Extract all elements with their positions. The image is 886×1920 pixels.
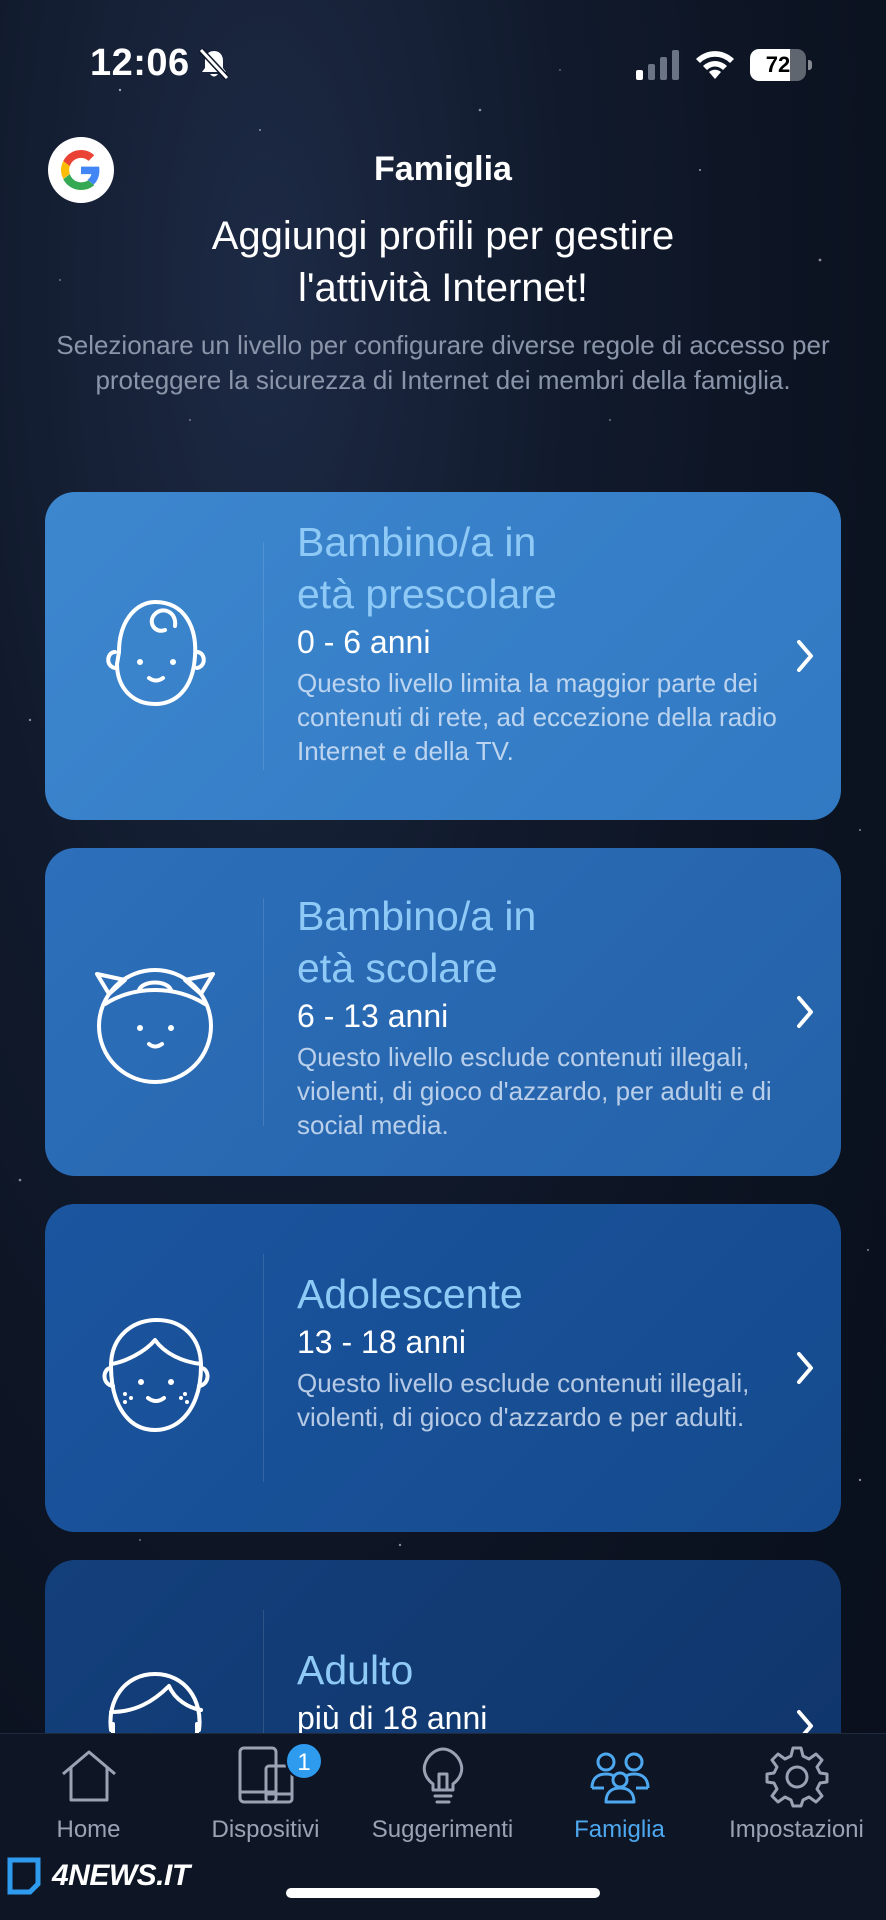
profile-card-school[interactable]: Bambino/a in età scolare 6 - 13 anni Que… xyxy=(45,848,841,1176)
profile-title-line-2: età prescolare xyxy=(297,571,557,617)
house-icon xyxy=(61,1750,116,1802)
gear-icon xyxy=(765,1746,828,1808)
page-title: Famiglia xyxy=(374,150,512,188)
profile-card-preschool[interactable]: Bambino/a in età prescolare 0 - 6 anni Q… xyxy=(45,492,841,820)
watermark: 4NEWS.IT xyxy=(6,1856,190,1896)
family-icon xyxy=(590,1752,649,1804)
card-divider xyxy=(263,542,264,770)
profile-age-range: 0 - 6 anni xyxy=(297,624,431,660)
headline: Aggiungi profili per gestire l'attività … xyxy=(100,210,786,314)
lightbulb-icon xyxy=(422,1747,463,1804)
tab-label: Home xyxy=(56,1816,121,1843)
teen-face-icon xyxy=(102,1318,210,1432)
card-content: Adolescente 13 - 18 anni Questo livello … xyxy=(297,1268,777,1434)
wifi-icon xyxy=(696,51,734,79)
home-indicator[interactable] xyxy=(286,1888,600,1898)
card-content: Bambino/a in età prescolare 0 - 6 anni Q… xyxy=(297,516,777,768)
subtext: Selezionare un livello per configurare d… xyxy=(56,330,830,395)
chevron-right-icon xyxy=(797,640,813,672)
tab-family[interactable]: Famiglia xyxy=(531,1734,708,1854)
tab-label: Dispositivi xyxy=(211,1816,320,1843)
card-content: Bambino/a in età scolare 6 - 13 anni Que… xyxy=(297,890,777,1142)
status-time: 12:06 xyxy=(90,42,190,84)
profile-age-range: più di 18 anni xyxy=(297,1700,488,1736)
baby-face-icon xyxy=(106,599,206,707)
tab-home[interactable]: Home xyxy=(0,1734,177,1854)
signal-icon xyxy=(636,50,679,80)
profile-description: Questo livello limita la maggior parte d… xyxy=(297,668,777,766)
battery-icon: 72 xyxy=(750,49,812,81)
watermark-text: 4NEWS.IT xyxy=(52,1859,190,1892)
card-divider xyxy=(263,898,264,1126)
devices-badge: 1 xyxy=(285,1742,323,1780)
battery-percent: 72 xyxy=(765,52,791,77)
status-bar: 12:06 72 xyxy=(0,0,886,120)
headline-line-1: Aggiungi profili per gestire xyxy=(211,214,675,258)
chevron-right-icon xyxy=(797,1352,813,1384)
profile-age-range: 13 - 18 anni xyxy=(297,1324,467,1360)
tab-label: Suggerimenti xyxy=(371,1816,514,1843)
profile-card-teen[interactable]: Adolescente 13 - 18 anni Questo livello … xyxy=(45,1204,841,1532)
headline-line-2: l'attività Internet! xyxy=(298,266,588,310)
girl-face-icon xyxy=(95,968,215,1084)
tab-settings[interactable]: Impostazioni xyxy=(708,1734,885,1854)
profile-title-line-2: età scolare xyxy=(297,945,498,991)
profile-title: Adolescente xyxy=(297,1268,777,1320)
chevron-right-icon xyxy=(797,996,813,1028)
bell-slash-icon xyxy=(198,47,230,81)
4news-logo-icon xyxy=(7,1857,41,1895)
profile-title: Adulto xyxy=(297,1644,777,1696)
card-content: Adulto più di 18 anni xyxy=(297,1644,777,1738)
tab-tips[interactable]: Suggerimenti xyxy=(354,1734,531,1854)
profile-description: Questo livello esclude contenuti illegal… xyxy=(297,1368,750,1432)
profile-title-line-1: Bambino/a in xyxy=(297,519,537,565)
profile-title-line-1: Adolescente xyxy=(297,1271,523,1317)
card-divider xyxy=(263,1254,264,1482)
profile-age-range: 6 - 13 anni xyxy=(297,998,449,1034)
profile-title: Bambino/a in età prescolare xyxy=(297,516,777,620)
profile-title-line-1: Adulto xyxy=(297,1647,414,1693)
tab-label: Famiglia xyxy=(574,1816,665,1843)
profile-title: Bambino/a in età scolare xyxy=(297,890,777,994)
profile-description: Questo livello esclude contenuti illegal… xyxy=(297,1042,772,1140)
profile-title-line-1: Bambino/a in xyxy=(297,893,537,939)
tab-devices[interactable]: 1 Dispositivi xyxy=(177,1734,354,1854)
tab-label: Impostazioni xyxy=(729,1816,864,1843)
